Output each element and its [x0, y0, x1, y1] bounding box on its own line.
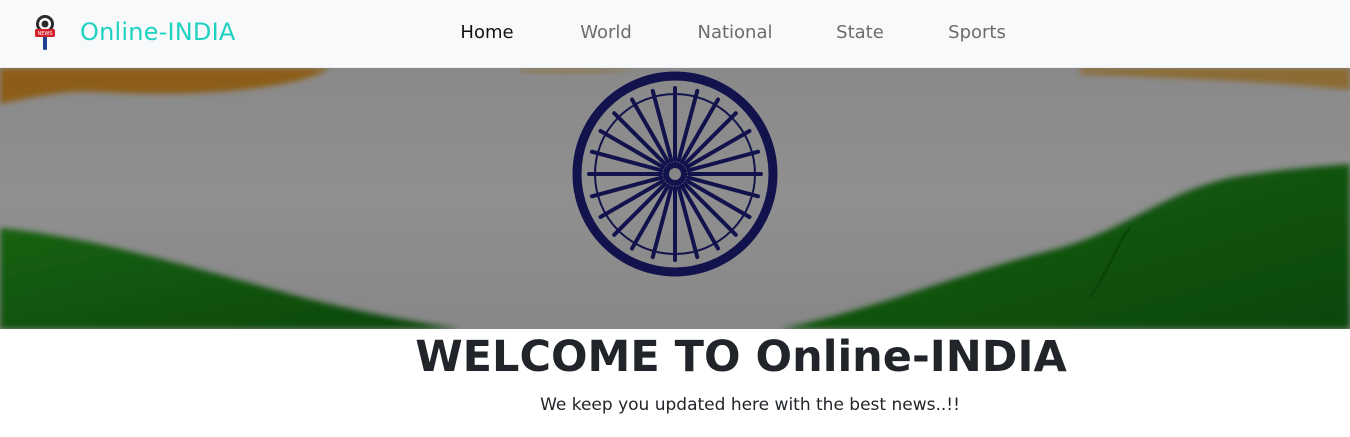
- navbar: NEWS Online-INDIA Home World National St…: [0, 0, 1350, 68]
- brand-name: Online-INDIA: [80, 18, 236, 46]
- nav-sports-link[interactable]: Sports: [948, 22, 1006, 43]
- indian-flag-image: [0, 68, 1350, 329]
- welcome-subtitle: We keep you updated here with the best n…: [540, 395, 960, 415]
- news-microphone-icon: NEWS: [35, 15, 55, 50]
- nav-world-link[interactable]: World: [580, 22, 632, 43]
- nav-national-link[interactable]: National: [697, 22, 772, 43]
- brand-link[interactable]: NEWS Online-INDIA: [30, 12, 235, 52]
- welcome-title: WELCOME TO Online-INDIA: [415, 332, 1067, 382]
- hero-banner: [0, 68, 1350, 329]
- nav-state-link[interactable]: State: [836, 22, 884, 43]
- svg-text:NEWS: NEWS: [37, 31, 52, 37]
- nav-home-link[interactable]: Home: [460, 22, 513, 43]
